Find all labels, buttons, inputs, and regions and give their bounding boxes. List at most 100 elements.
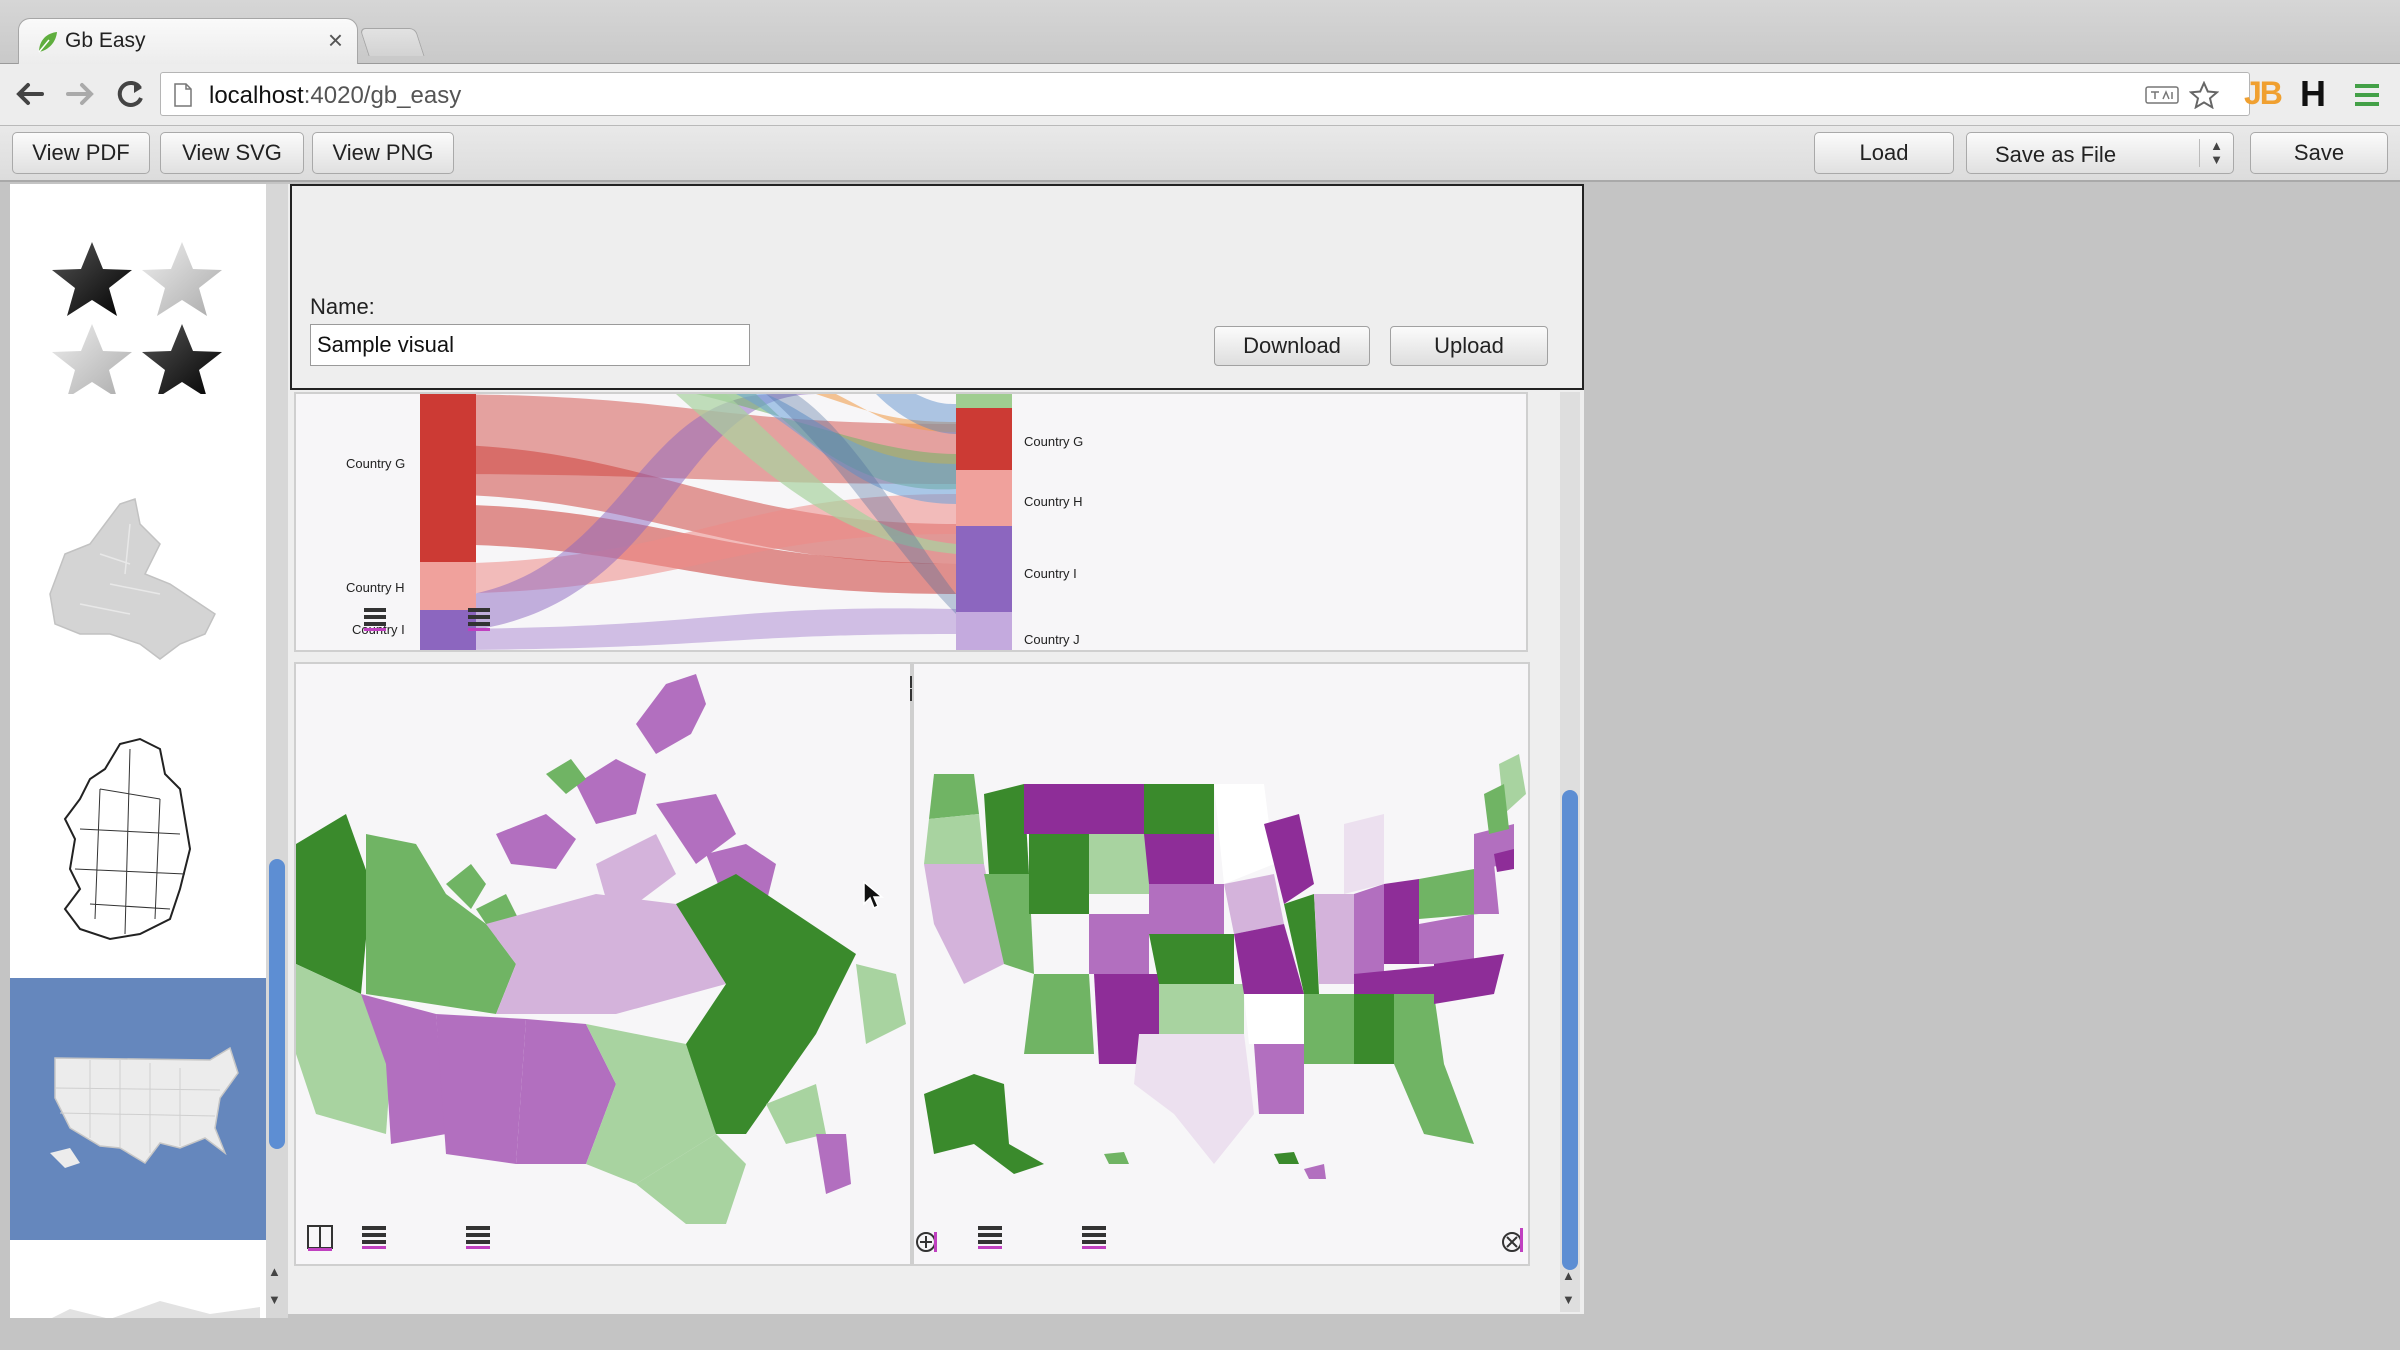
browser-tab[interactable]: Gb Easy ×: [18, 18, 358, 65]
url-path: :4020/gb_easy: [303, 82, 462, 109]
sidebar-scrollbar[interactable]: ▲ ▼: [266, 184, 288, 1319]
sankey-node: [956, 526, 1012, 612]
canada-choropleth[interactable]: [294, 662, 912, 1266]
sankey-right-label: Country G: [1024, 434, 1083, 449]
map-region: [856, 964, 906, 1044]
sankey-left-label: Country G: [346, 456, 405, 471]
sankey-node: [956, 408, 1012, 470]
sankey-chart[interactable]: Country G Country H Country I Country G …: [294, 392, 1528, 652]
list-icon: [1082, 1226, 1106, 1249]
upload-button[interactable]: Upload: [1390, 326, 1548, 366]
map-region: [1384, 879, 1419, 964]
map-region: [1214, 784, 1274, 884]
map-region: [1314, 894, 1354, 984]
name-input[interactable]: [310, 324, 750, 366]
reload-icon[interactable]: [110, 74, 150, 114]
map-region: [924, 1074, 1044, 1174]
map-region: [1144, 834, 1214, 884]
sidebar-scroll-thumb[interactable]: [269, 859, 285, 1149]
map-region: [1089, 834, 1149, 894]
canvas-scroll-thumb[interactable]: [1562, 790, 1578, 1270]
back-arrow-icon[interactable]: [10, 74, 50, 114]
sankey-right-label: Country H: [1024, 494, 1083, 509]
scroll-down-icon[interactable]: ▼: [1562, 1292, 1575, 1307]
save-as-select[interactable]: Save as File ▲ ▼: [1966, 132, 2234, 174]
star-icon: [142, 242, 222, 316]
download-button[interactable]: Download: [1214, 326, 1370, 366]
sidebar-item-stars[interactable]: [10, 204, 266, 398]
view-svg-button[interactable]: View SVG: [160, 132, 304, 174]
sankey-node: [420, 610, 476, 650]
h-extension-icon[interactable]: H: [2300, 73, 2326, 115]
tab-strip: Gb Easy ×: [0, 0, 2400, 65]
sankey-node: [956, 612, 1012, 650]
jb-extension-icon[interactable]: JB: [2244, 75, 2283, 112]
map-region: [1354, 884, 1384, 974]
app-toolbar: View PDF View SVG View PNG Load Save as …: [0, 126, 2400, 182]
scroll-down-icon[interactable]: ▼: [268, 1292, 281, 1307]
star-bookmark-icon[interactable]: [2189, 81, 2219, 109]
scroll-up-icon[interactable]: ▲: [268, 1264, 281, 1279]
next-thumbnail: [50, 1301, 260, 1319]
map-region: [1254, 1044, 1304, 1114]
address-bar: localhost:4020/gb_easy JB H: [0, 64, 2400, 126]
list-icon: [362, 1226, 386, 1249]
map-region: [496, 814, 576, 869]
stars-thumbnail: [52, 242, 222, 398]
map-region: [1394, 994, 1444, 1064]
view-pdf-button[interactable]: View PDF: [12, 132, 150, 174]
map-region: [1244, 994, 1304, 1044]
map-region: [816, 1134, 851, 1194]
sidebar-item-ireland-map[interactable]: [10, 729, 266, 949]
sidebar-item-next[interactable]: [10, 1289, 266, 1319]
sankey-left-label: Country H: [346, 580, 405, 595]
tab-close-icon[interactable]: ×: [328, 25, 343, 56]
map-region: [1149, 934, 1234, 984]
list-icon: [978, 1226, 1002, 1249]
menu-icon[interactable]: [2354, 82, 2380, 108]
url-text: localhost:4020/gb_easy: [209, 82, 461, 110]
map-region: [1304, 994, 1354, 1064]
sankey-node: [420, 394, 476, 562]
map-region: [1024, 974, 1094, 1054]
sidebar-item-canada-map[interactable]: [10, 484, 266, 674]
map-region: [1134, 1034, 1254, 1164]
url-input[interactable]: localhost:4020/gb_easy: [160, 72, 2250, 116]
map-region: [1419, 869, 1479, 919]
scroll-up-icon[interactable]: ▲: [1562, 1268, 1575, 1283]
map-region: [1144, 784, 1214, 834]
map-region: [1474, 864, 1499, 914]
sankey-node: [956, 470, 1012, 526]
remove-icon: [1502, 1228, 1523, 1252]
name-label: Name:: [310, 294, 375, 319]
canada-map-thumbnail: [49, 498, 216, 660]
map-region: [1104, 1152, 1129, 1164]
new-tab-button[interactable]: [359, 28, 425, 56]
star-icon: [52, 242, 132, 316]
updown-arrow-icon: ▲ ▼: [2199, 139, 2233, 167]
map-region: [296, 814, 371, 994]
tab-title: Gb Easy: [65, 29, 146, 52]
map-region: [1274, 1152, 1299, 1164]
template-sidebar: [10, 184, 266, 1319]
canvas-scrollbar[interactable]: ▲ ▼: [1560, 392, 1580, 1312]
map-region: [1304, 1164, 1326, 1179]
sankey-node: [956, 394, 1012, 408]
save-button[interactable]: Save: [2250, 132, 2388, 174]
map-region: [1354, 994, 1394, 1064]
translate-icon[interactable]: [2145, 81, 2179, 109]
map-region: [1029, 834, 1089, 914]
visual-properties-panel: Name: Download Upload: [290, 184, 1584, 390]
map-region: [1149, 884, 1224, 934]
map-region: [1024, 784, 1144, 834]
map-region: [436, 1014, 526, 1164]
forward-arrow-icon[interactable]: [60, 74, 100, 114]
usa-choropleth[interactable]: [912, 662, 1530, 1266]
view-png-button[interactable]: View PNG: [312, 132, 454, 174]
map-region: [576, 759, 646, 824]
sidebar-item-usa-map[interactable]: [10, 978, 266, 1240]
map-region: [1224, 874, 1284, 934]
split-icon: [307, 1225, 333, 1251]
load-button[interactable]: Load: [1814, 132, 1954, 174]
list-icon: [466, 1226, 490, 1249]
